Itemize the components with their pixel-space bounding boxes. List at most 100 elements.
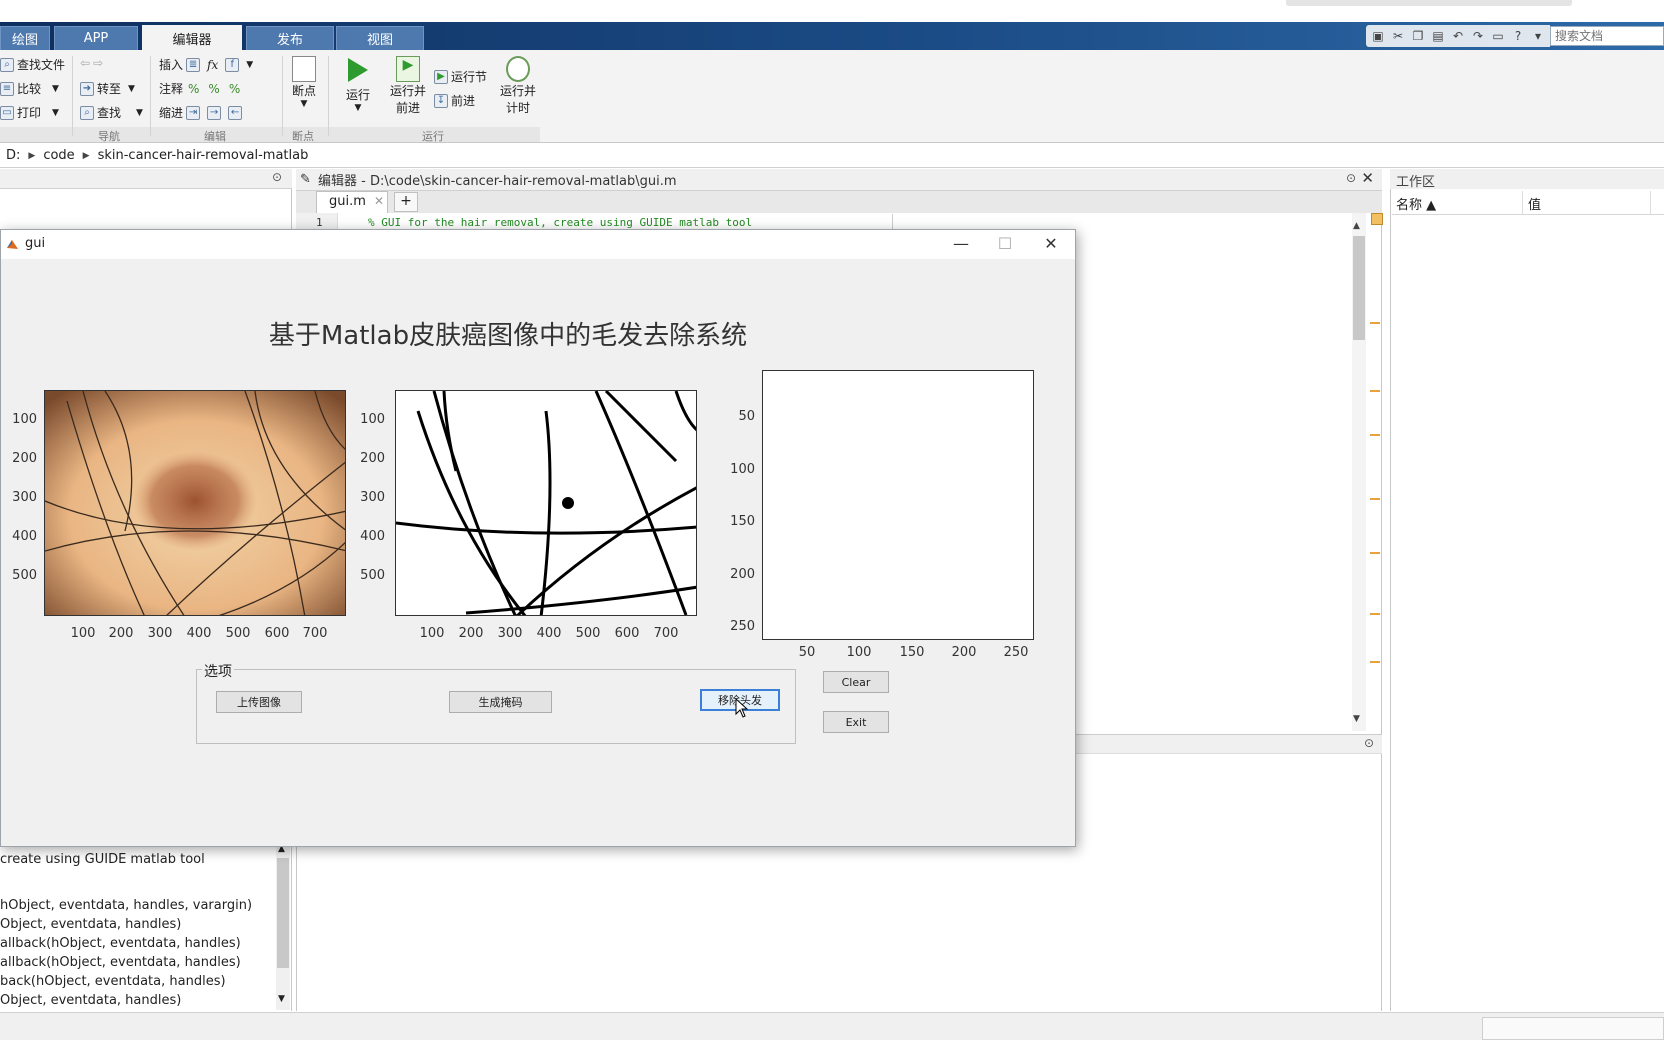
group-divider <box>282 56 283 136</box>
tab-view[interactable]: 视图 <box>336 26 424 50</box>
tab-editor[interactable]: 编辑器 <box>142 25 242 51</box>
maximize-icon[interactable]: ☐ <box>985 233 1025 255</box>
forward-arrow-icon[interactable]: ⇨ <box>93 56 103 70</box>
panel-menu-icon[interactable]: ⊙ <box>1346 171 1356 185</box>
comment-button[interactable]: 注释%%% <box>159 80 240 97</box>
breakpoints-button[interactable]: 断点 ▼ <box>286 56 322 109</box>
code-analyzer-indicator[interactable] <box>1371 213 1383 225</box>
insert-button[interactable]: 插入 ≣ fx f ▼ <box>159 56 253 73</box>
warning-marker[interactable] <box>1370 390 1380 392</box>
warning-marker[interactable] <box>1370 434 1380 436</box>
run-and-advance-button[interactable]: ▶ 运行并 前进 <box>386 56 430 116</box>
increase-indent-icon[interactable]: → <box>207 105 222 120</box>
warning-marker[interactable] <box>1370 661 1380 663</box>
tick-label: 400 <box>536 626 562 641</box>
code-line[interactable]: % GUI for the hair removal, create using… <box>368 216 752 229</box>
clear-button[interactable]: Clear <box>823 671 889 693</box>
compare-button[interactable]: ≡ 比较 ▼ <box>0 80 59 97</box>
column-value[interactable]: 值 <box>1528 194 1541 213</box>
close-icon[interactable]: ✕ <box>1361 169 1374 187</box>
cut-icon[interactable]: ✂ <box>1390 28 1406 44</box>
close-icon[interactable]: ✕ <box>1031 233 1071 255</box>
print-button[interactable]: ▭ 打印 ▼ <box>0 104 59 121</box>
chevron-down-icon: ▼ <box>52 107 59 118</box>
axes-result[interactable] <box>762 370 1034 640</box>
left-scrollbar[interactable]: ▲ ▼ <box>276 844 290 1010</box>
indent-button[interactable]: 缩进 ⇥ → ← <box>159 104 243 121</box>
help-icon[interactable]: ? <box>1510 28 1526 44</box>
upload-image-button[interactable]: 上传图像 <box>216 691 302 713</box>
breadcrumb-folder-code[interactable]: code <box>43 148 74 163</box>
current-folder-bar[interactable]: D: ▶ code ▶ skin-cancer-hair-removal-mat… <box>0 144 1664 168</box>
switch-windows-icon[interactable]: ▭ <box>1490 28 1506 44</box>
left-scrollbar-thumb[interactable] <box>277 858 289 968</box>
uncomment-icon[interactable]: % <box>208 82 219 96</box>
goto-button[interactable]: ➜ 转至 ▼ <box>80 80 135 97</box>
tab-apps[interactable]: APP <box>54 26 138 50</box>
scroll-up-icon[interactable]: ▲ <box>1353 221 1360 231</box>
printer-icon: ▭ <box>0 105 14 120</box>
tick-label: 250 <box>1003 645 1029 660</box>
list-item[interactable]: hObject, eventdata, handles, varargin) <box>0 896 278 915</box>
back-arrow-icon[interactable]: ⇦ <box>80 56 90 70</box>
search-docs-input[interactable] <box>1550 26 1664 46</box>
list-item[interactable]: Object, eventdata, handles) <box>0 915 278 934</box>
scroll-down-icon[interactable]: ▼ <box>278 994 285 1004</box>
breakpoints-label: 断点 <box>291 84 316 98</box>
run-button[interactable]: 运行 ▼ <box>340 56 376 113</box>
undo-icon[interactable]: ↶ <box>1450 28 1466 44</box>
tick-label: 200 <box>458 626 484 641</box>
list-item[interactable]: allback(hObject, eventdata, handles) <box>0 953 278 972</box>
group-divider <box>72 56 73 136</box>
tick-label: 200 <box>12 451 37 466</box>
advance-button[interactable]: ↧ 前进 <box>434 92 475 109</box>
list-item[interactable]: allback(hObject, eventdata, handles) <box>0 934 278 953</box>
new-tab-button[interactable]: + <box>394 192 418 212</box>
generate-mask-button[interactable]: 生成掩码 <box>449 691 552 713</box>
list-item[interactable]: Object, eventdata, handles) <box>0 991 278 1010</box>
warning-marker[interactable] <box>1370 498 1380 500</box>
percent-comment-icon[interactable]: % <box>188 82 199 96</box>
breadcrumb-folder-project[interactable]: skin-cancer-hair-removal-matlab <box>98 148 309 163</box>
warning-marker[interactable] <box>1370 613 1380 615</box>
find-button[interactable]: ⌕ 查找 ▼ <box>80 104 143 121</box>
tick-label: 500 <box>12 568 37 583</box>
function-browser-icon[interactable]: f <box>225 57 240 72</box>
status-field <box>1482 1017 1664 1040</box>
back-forward-buttons[interactable]: ⇦ ⇨ <box>80 56 103 70</box>
copy-icon[interactable]: ❐ <box>1410 28 1426 44</box>
wrap-comment-icon[interactable]: % <box>229 82 240 96</box>
exit-button[interactable]: Exit <box>823 711 889 733</box>
quick-access-toolbar: ▣ ✂ ❐ ▤ ↶ ↷ ▭ ? ▾ <box>1366 25 1550 47</box>
run-section-button[interactable]: ▶ 运行节 <box>434 68 487 85</box>
panel-menu-icon[interactable]: ⊙ <box>272 170 282 184</box>
save-icon[interactable]: ▣ <box>1370 28 1386 44</box>
run-and-time-button[interactable]: 运行并 计时 <box>496 56 540 116</box>
axes-hair-mask[interactable] <box>395 390 697 616</box>
paste-icon[interactable]: ▤ <box>1430 28 1446 44</box>
breadcrumb-drive[interactable]: D: <box>6 148 20 163</box>
close-tab-icon[interactable]: ✕ <box>374 194 384 208</box>
tab-plots[interactable]: 绘图 <box>0 26 50 50</box>
decrease-indent-icon[interactable]: ← <box>228 105 243 120</box>
tab-publish[interactable]: 发布 <box>246 26 334 50</box>
warning-marker[interactable] <box>1370 552 1380 554</box>
find-files-button[interactable]: ⌕ 查找文件 <box>0 56 65 73</box>
fx-icon[interactable]: fx <box>207 58 218 72</box>
function-list-line[interactable]: create using GUIDE matlab tool <box>0 852 205 867</box>
list-item[interactable]: back(hObject, eventdata, handles) <box>0 972 278 991</box>
warning-marker[interactable] <box>1370 322 1380 324</box>
panel-menu-icon[interactable]: ⊙ <box>1364 736 1374 750</box>
gui-title-bar[interactable]: gui — ☐ ✕ <box>1 230 1075 259</box>
axes-original-image[interactable] <box>44 390 346 616</box>
find-files-icon: ⌕ <box>0 57 14 72</box>
tick-label: 600 <box>614 626 640 641</box>
tick-label: 100 <box>846 645 872 660</box>
smart-indent-icon[interactable]: ⇥ <box>186 105 201 120</box>
scroll-down-icon[interactable]: ▼ <box>1353 714 1360 724</box>
redo-icon[interactable]: ↷ <box>1470 28 1486 44</box>
minimize-icon[interactable]: — <box>941 233 981 255</box>
chevron-down-icon[interactable]: ▾ <box>1530 28 1546 44</box>
column-name[interactable]: 名称 ▲ <box>1396 194 1436 213</box>
editor-scrollbar-thumb[interactable] <box>1353 236 1365 340</box>
